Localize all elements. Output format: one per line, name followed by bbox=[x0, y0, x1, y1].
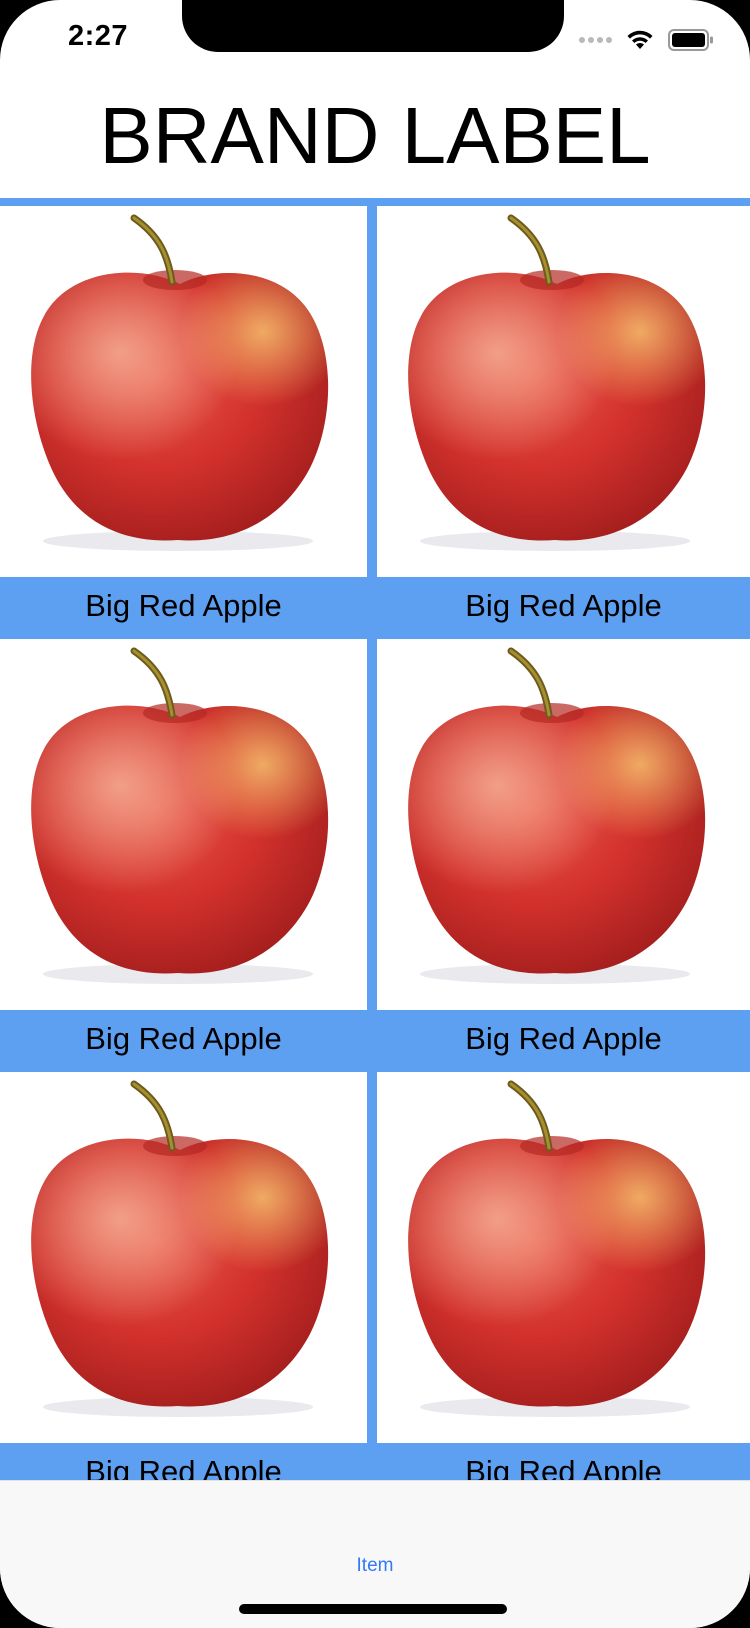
product-cell[interactable]: Big Red Apple bbox=[377, 206, 750, 639]
product-cell[interactable]: Big Red Apple bbox=[0, 206, 367, 639]
apple-image bbox=[31, 647, 329, 984]
apple-image bbox=[408, 647, 706, 984]
apple-image bbox=[31, 1080, 329, 1417]
product-cell[interactable]: Big Red Apple bbox=[0, 639, 367, 1072]
product-image bbox=[0, 1072, 367, 1443]
product-caption: Big Red Apple bbox=[0, 1010, 367, 1072]
product-caption: Big Red Apple bbox=[377, 1443, 750, 1480]
product-image bbox=[0, 639, 367, 1010]
battery-icon bbox=[668, 29, 713, 51]
wifi-icon bbox=[627, 30, 653, 49]
apple-image bbox=[408, 1080, 706, 1417]
apple-image bbox=[408, 214, 706, 551]
product-image bbox=[377, 1072, 750, 1443]
signal-dots-icon bbox=[579, 37, 612, 43]
product-cell[interactable]: Big Red Apple bbox=[377, 1072, 750, 1480]
product-image bbox=[377, 639, 750, 1010]
brand-label: BRAND LABEL bbox=[99, 91, 651, 180]
product-caption: Big Red Apple bbox=[0, 1443, 367, 1480]
product-cell[interactable]: Big Red Apple bbox=[0, 1072, 367, 1480]
device-notch bbox=[182, 0, 564, 52]
tab-item[interactable]: Item bbox=[0, 1555, 750, 1577]
app-screen: 2:27 BRAND LABEL Big Red Apple Big Red A… bbox=[0, 0, 750, 1628]
product-caption: Big Red Apple bbox=[377, 1010, 750, 1072]
home-indicator[interactable] bbox=[239, 1604, 507, 1614]
apple-image bbox=[31, 214, 329, 551]
product-image bbox=[0, 206, 367, 577]
status-time: 2:27 bbox=[68, 20, 129, 52]
status-bar: 2:27 bbox=[0, 0, 750, 88]
status-icons bbox=[579, 28, 714, 52]
product-image bbox=[377, 206, 750, 577]
product-cell[interactable]: Big Red Apple bbox=[377, 639, 750, 1072]
product-collection[interactable]: Big Red Apple Big Red Apple Big Red Appl… bbox=[0, 198, 750, 1480]
product-grid: Big Red Apple Big Red Apple Big Red Appl… bbox=[0, 206, 750, 1480]
product-caption: Big Red Apple bbox=[0, 577, 367, 639]
product-caption: Big Red Apple bbox=[377, 577, 750, 639]
